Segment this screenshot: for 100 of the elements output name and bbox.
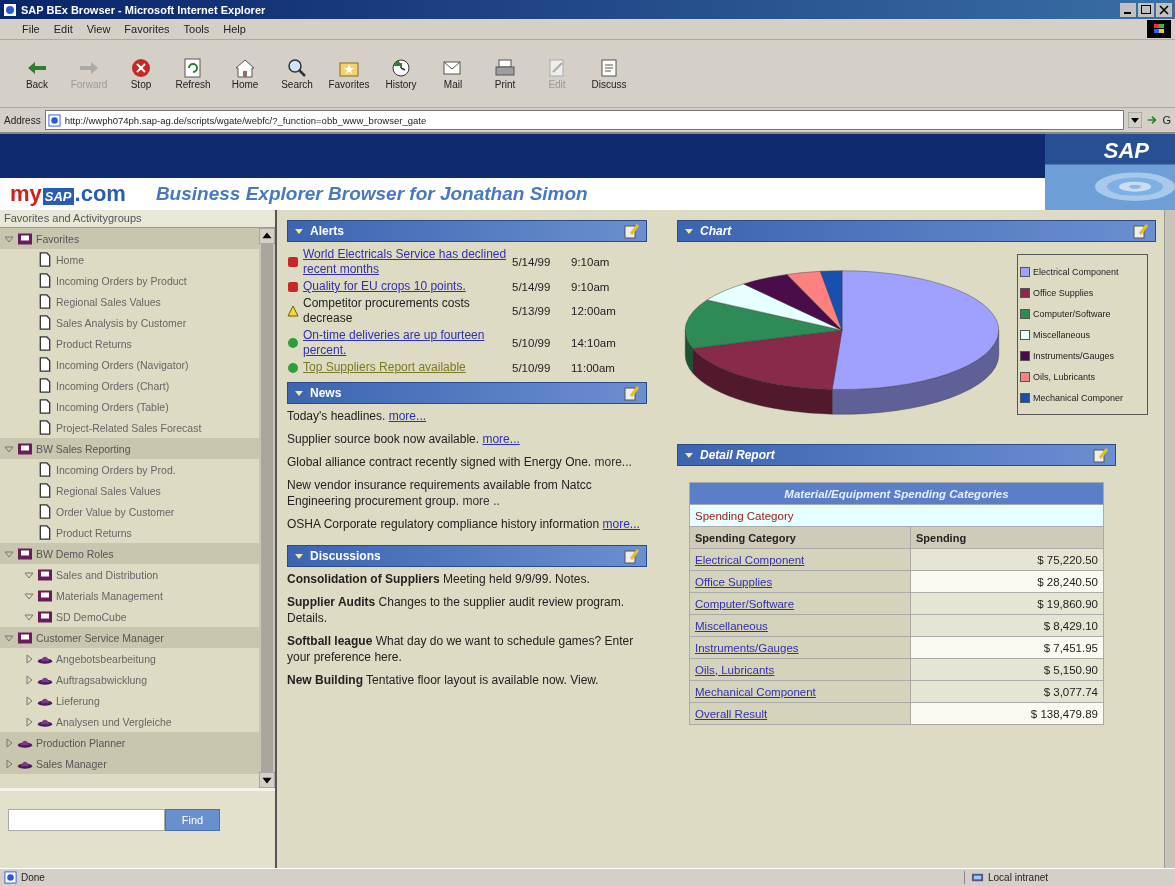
tree-item[interactable]: Incoming Orders (Table) bbox=[0, 396, 259, 417]
scrollbar[interactable] bbox=[259, 228, 275, 788]
expander-icon[interactable] bbox=[24, 611, 34, 622]
collapse-triangle-icon[interactable] bbox=[294, 226, 304, 236]
menu-item[interactable]: Help bbox=[223, 23, 246, 35]
category-link[interactable]: Miscellaneous bbox=[695, 619, 768, 632]
tree-item[interactable]: Order Value by Customer bbox=[0, 501, 259, 522]
toolbar-button[interactable]: Favorites bbox=[326, 55, 372, 92]
category-link[interactable]: Instruments/Gauges bbox=[695, 641, 799, 654]
menu-item[interactable]: Edit bbox=[53, 23, 73, 35]
scroll-up-icon[interactable] bbox=[259, 228, 275, 244]
tree-group-row[interactable]: Favorites bbox=[0, 228, 259, 249]
tree-item[interactable]: Angebotsbearbeitung bbox=[0, 648, 259, 669]
expander-icon[interactable] bbox=[24, 674, 34, 685]
tree-group-row[interactable]: Customer Service Manager bbox=[0, 627, 259, 648]
category-link[interactable]: Computer/Software bbox=[695, 597, 795, 610]
scroll-down-icon[interactable] bbox=[259, 772, 275, 788]
tree-item[interactable]: Product Returns bbox=[0, 333, 259, 354]
tree-item[interactable]: Auftragsabwicklung bbox=[0, 669, 259, 690]
critical-alert-icon bbox=[287, 256, 299, 268]
tree-item[interactable]: Sales Analysis by Customer bbox=[0, 312, 259, 333]
toolbar-button[interactable]: Refresh bbox=[170, 55, 216, 92]
category-link[interactable]: Office Supplies bbox=[695, 575, 773, 588]
tree-item[interactable]: Lieferung bbox=[0, 690, 259, 711]
tree-item[interactable]: Project-Related Sales Forecast bbox=[0, 417, 259, 438]
expander-icon[interactable] bbox=[4, 233, 14, 244]
news-text: OSHA Corporate regulatory compliance history information more... bbox=[287, 516, 641, 532]
toolbar-button[interactable]: History bbox=[378, 55, 424, 92]
tree-item[interactable]: Incoming Orders by Product bbox=[0, 270, 259, 291]
menu-item[interactable]: Tools bbox=[183, 23, 210, 35]
expander-icon[interactable] bbox=[4, 737, 14, 748]
category-link[interactable]: Electrical Component bbox=[695, 553, 805, 566]
close-icon[interactable] bbox=[1156, 2, 1172, 17]
go-arrow-icon[interactable] bbox=[1146, 114, 1159, 126]
search-field[interactable] bbox=[8, 809, 165, 831]
tree-item[interactable]: Product Returns bbox=[0, 522, 259, 543]
address-label: Address bbox=[4, 114, 41, 126]
expander-icon[interactable] bbox=[24, 653, 34, 664]
toolbar-button[interactable]: Mail bbox=[430, 55, 476, 92]
tree-item[interactable]: Home bbox=[0, 249, 259, 270]
menu-item[interactable]: File bbox=[22, 23, 40, 35]
alert-link[interactable]: Top Suppliers Report available bbox=[303, 360, 508, 375]
toolbar-button[interactable]: Discuss bbox=[586, 55, 632, 92]
go-button[interactable]: G bbox=[1162, 114, 1171, 126]
more-link[interactable]: more... bbox=[602, 517, 640, 531]
expander-icon[interactable] bbox=[24, 569, 34, 580]
dropdown-arrow-icon[interactable] bbox=[1128, 112, 1143, 128]
expander-icon[interactable] bbox=[4, 548, 14, 559]
toolbar-button[interactable]: Search bbox=[274, 55, 320, 92]
menu-item[interactable]: View bbox=[86, 23, 111, 35]
expander-icon[interactable] bbox=[24, 716, 34, 727]
toolbar-button[interactable]: Home bbox=[222, 55, 268, 92]
edit-icon[interactable] bbox=[1093, 447, 1109, 463]
document-icon bbox=[37, 294, 53, 309]
edit-icon[interactable] bbox=[1133, 223, 1149, 239]
alert-date: 5/13/99 bbox=[512, 305, 552, 317]
alert-link[interactable]: On-time deliveries are up fourteen percent. bbox=[303, 328, 508, 358]
toolbar-button[interactable]: Print bbox=[482, 55, 528, 92]
category-link[interactable]: Mechanical Component bbox=[695, 685, 816, 698]
tree-group-row[interactable]: BW Demo Roles bbox=[0, 543, 259, 564]
address-field[interactable]: http://wwph074ph.sap-ag.de/scripts/wgate/webfc/?_function=obb_www_browser_gate bbox=[44, 110, 1125, 130]
tree-item[interactable]: Incoming Orders (Chart) bbox=[0, 375, 259, 396]
collapse-triangle-icon[interactable] bbox=[684, 226, 694, 236]
tree-group-row[interactable]: BW Sales Reporting bbox=[0, 438, 259, 459]
tree-item[interactable]: Regional Sales Values bbox=[0, 480, 259, 501]
tree-item[interactable]: Materials Management bbox=[0, 585, 259, 606]
collapse-triangle-icon[interactable] bbox=[294, 388, 304, 398]
expander-icon[interactable] bbox=[24, 590, 34, 601]
expander-icon[interactable] bbox=[24, 695, 34, 706]
alert-date: 5/10/99 bbox=[512, 361, 552, 374]
tree-item[interactable]: SD DemoCube bbox=[0, 606, 259, 627]
toolbar-button[interactable]: Back bbox=[14, 55, 60, 92]
tree-item[interactable]: Regional Sales Values bbox=[0, 291, 259, 312]
edit-icon[interactable] bbox=[624, 548, 640, 564]
category-link[interactable]: Oils, Lubricants bbox=[695, 663, 775, 676]
tree-item[interactable]: Analysen und Vergleiche bbox=[0, 711, 259, 732]
tree-group-row[interactable]: Sales Manager bbox=[0, 753, 259, 774]
scrollbar[interactable] bbox=[1164, 210, 1175, 868]
toolbar-button[interactable]: Stop bbox=[118, 55, 164, 92]
menu-item[interactable]: Favorites bbox=[124, 23, 170, 35]
alert-link[interactable]: World Electricals Service has declined recent months bbox=[303, 247, 508, 277]
edit-icon[interactable] bbox=[624, 223, 640, 239]
alert-link[interactable]: Quality for EU crops 10 points. bbox=[303, 279, 508, 294]
more-link[interactable]: more... bbox=[482, 432, 520, 446]
discussion-text: Consolidation of Suppliers Meeting held 9/9/99. Notes. bbox=[287, 571, 591, 587]
expander-icon[interactable] bbox=[4, 443, 14, 454]
more-link[interactable]: more... bbox=[388, 409, 427, 423]
expander-icon[interactable] bbox=[4, 758, 14, 769]
tree-group-row[interactable]: Production Planner bbox=[0, 732, 259, 753]
maximize-icon[interactable] bbox=[1138, 2, 1154, 17]
collapse-triangle-icon[interactable] bbox=[294, 551, 304, 561]
tree-item[interactable]: Sales and Distribution bbox=[0, 564, 259, 585]
collapse-triangle-icon[interactable] bbox=[684, 450, 694, 460]
minimize-icon[interactable] bbox=[1120, 2, 1136, 17]
alert-time: 11:00am bbox=[571, 361, 616, 374]
expander-icon[interactable] bbox=[4, 632, 14, 643]
edit-icon[interactable] bbox=[624, 385, 640, 401]
tree-item[interactable]: Incoming Orders (Navigator) bbox=[0, 354, 259, 375]
category-link[interactable]: Overall Result bbox=[695, 707, 768, 720]
tree-item[interactable]: Incoming Orders by Prod. bbox=[0, 459, 259, 480]
